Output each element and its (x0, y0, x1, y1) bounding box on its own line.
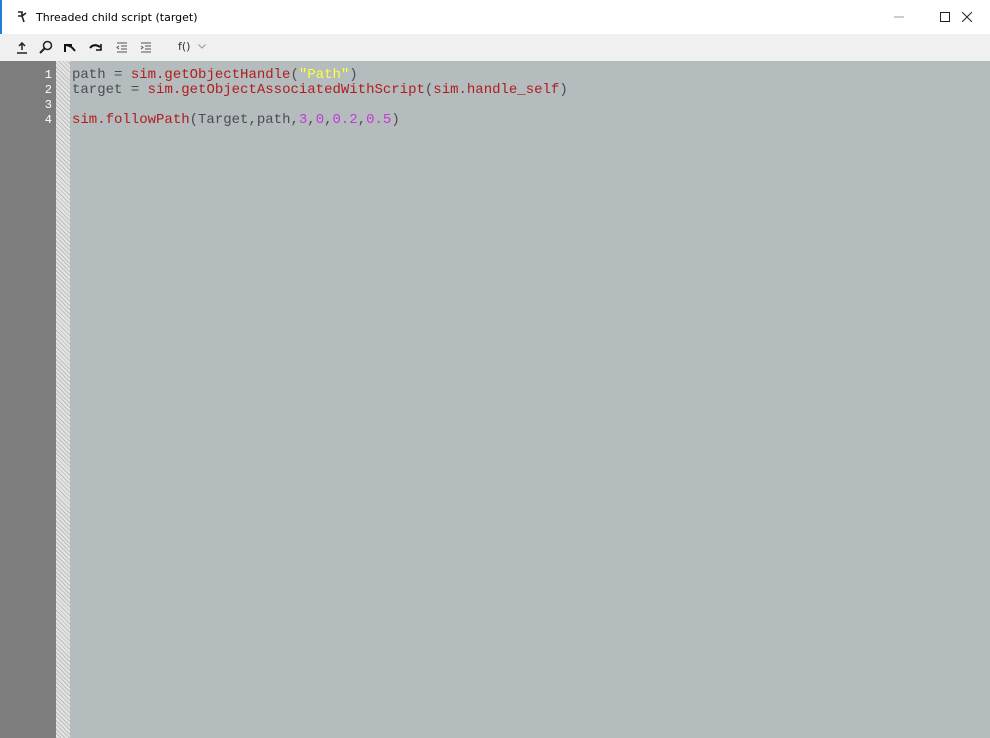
fold-margin[interactable] (56, 61, 70, 738)
window-title: Threaded child script (target) (36, 11, 198, 24)
code-token: , (307, 112, 316, 128)
outdent-icon[interactable] (114, 40, 130, 56)
function-menu-button[interactable]: f() (178, 40, 190, 53)
code-token: = (122, 82, 148, 98)
code-token: ( (290, 67, 299, 83)
code-token: , (357, 112, 367, 128)
line-number: 3 (44, 98, 52, 112)
code-token: 0.2 (332, 112, 358, 128)
code-line[interactable]: sim.followPath(Target,path,3,0,0.2,0.5) (72, 113, 400, 128)
close-button[interactable] (944, 0, 990, 34)
code-token: path (72, 67, 106, 83)
code-token: , (290, 112, 299, 128)
code-token: ) (559, 82, 568, 98)
code-token: sim.getObjectAssociatedWithScript (147, 82, 425, 98)
search-icon[interactable] (38, 39, 54, 55)
redo-icon[interactable] (88, 40, 104, 56)
code-token: "Path" (298, 67, 350, 83)
code-token: sim.handle_self (433, 82, 560, 98)
code-token: sim.getObjectHandle (130, 67, 291, 83)
code-token: 0.5 (366, 112, 392, 128)
code-token: , (324, 112, 333, 128)
chevron-down-icon[interactable] (198, 44, 206, 49)
minimize-icon (894, 16, 904, 18)
close-icon (962, 12, 972, 22)
script-icon (16, 10, 28, 24)
line-number-gutter: 1 2 3 4 (0, 61, 56, 738)
code-token: , (248, 112, 257, 128)
code-token: ) (349, 67, 358, 83)
code-editor[interactable] (0, 61, 990, 738)
window-accent (0, 0, 2, 34)
minimize-button[interactable] (876, 0, 922, 34)
title-bar: Threaded child script (target) (0, 0, 990, 34)
line-number: 2 (44, 83, 52, 97)
indent-icon[interactable] (138, 40, 154, 56)
line-number: 4 (44, 113, 52, 127)
code-token: path (256, 112, 291, 128)
line-number: 1 (44, 68, 52, 82)
code-token: sim.followPath (72, 112, 190, 128)
upload-icon[interactable] (14, 40, 30, 56)
code-token: target (72, 82, 123, 98)
undo-icon[interactable] (62, 40, 78, 56)
code-token: ( (189, 112, 199, 128)
code-token: Target (198, 112, 249, 128)
code-line[interactable]: path = sim.getObjectHandle("Path") (72, 68, 358, 83)
code-token: 0 (315, 112, 325, 128)
code-line[interactable]: target = sim.getObjectAssociatedWithScri… (72, 83, 568, 98)
code-token: ) (391, 112, 400, 128)
code-token: = (105, 67, 131, 83)
